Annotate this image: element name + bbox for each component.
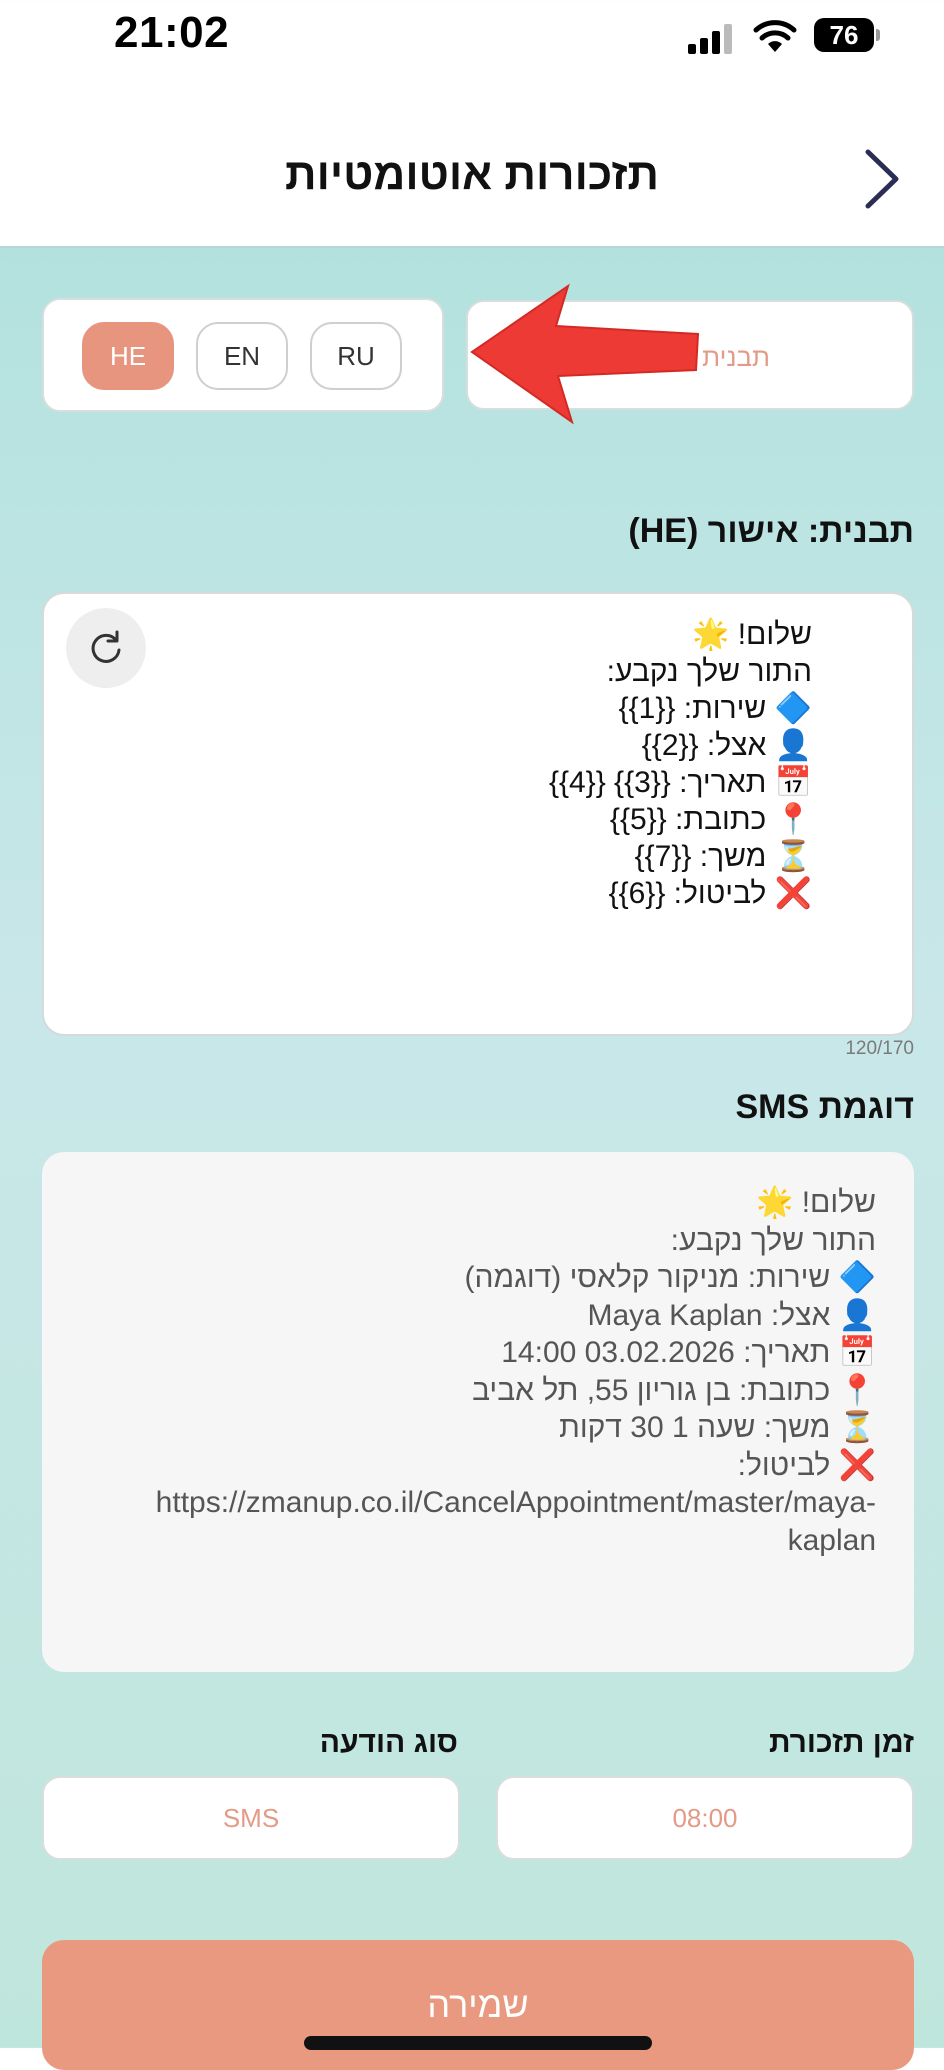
reminder-time-field[interactable]: 08:00 (496, 1776, 914, 1860)
lang-ru-button[interactable]: RU (310, 322, 402, 390)
battery-level: 76 (814, 18, 874, 52)
template-editor[interactable]: שלום! 🌟 התור שלך נקבע: 🔷 שירות: {{1}} 👤 … (42, 592, 914, 1036)
character-counter: 120/170 (845, 1038, 914, 1059)
template-text[interactable]: שלום! 🌟 התור שלך נקבע: 🔷 שירות: {{1}} 👤 … (549, 616, 812, 912)
message-type-label: סוג הודעה (319, 1726, 458, 1759)
save-button[interactable]: שמירה (42, 1940, 914, 2070)
battery-icon: 76 (814, 18, 880, 52)
language-selector: RU EN HE (42, 298, 444, 412)
lang-he-button[interactable]: HE (82, 322, 174, 390)
lang-en-button[interactable]: EN (196, 322, 288, 390)
refresh-icon (91, 630, 121, 663)
wifi-icon (753, 20, 797, 52)
template-heading: תבנית: אישור (HE) (628, 512, 914, 550)
sms-preview: שלום! 🌟 התור שלך נקבע: 🔷 שירות: מניקור ק… (42, 1152, 914, 1672)
reminder-time-label: זמן תזכורת (769, 1726, 914, 1759)
signal-icon (688, 24, 732, 54)
page-title: תזכורות אוטומטיות (284, 150, 660, 199)
refresh-button[interactable] (66, 608, 146, 688)
status-time: 21:02 (114, 8, 230, 57)
sms-preview-text: שלום! 🌟 התור שלך נקבע: 🔷 שירות: מניקור ק… (155, 1186, 876, 1557)
message-type-field[interactable]: SMS (42, 1776, 460, 1860)
sms-preview-heading: דוגמת SMS (735, 1088, 914, 1126)
red-arrow-annotation (470, 283, 700, 425)
back-chevron-icon[interactable] (858, 146, 908, 212)
